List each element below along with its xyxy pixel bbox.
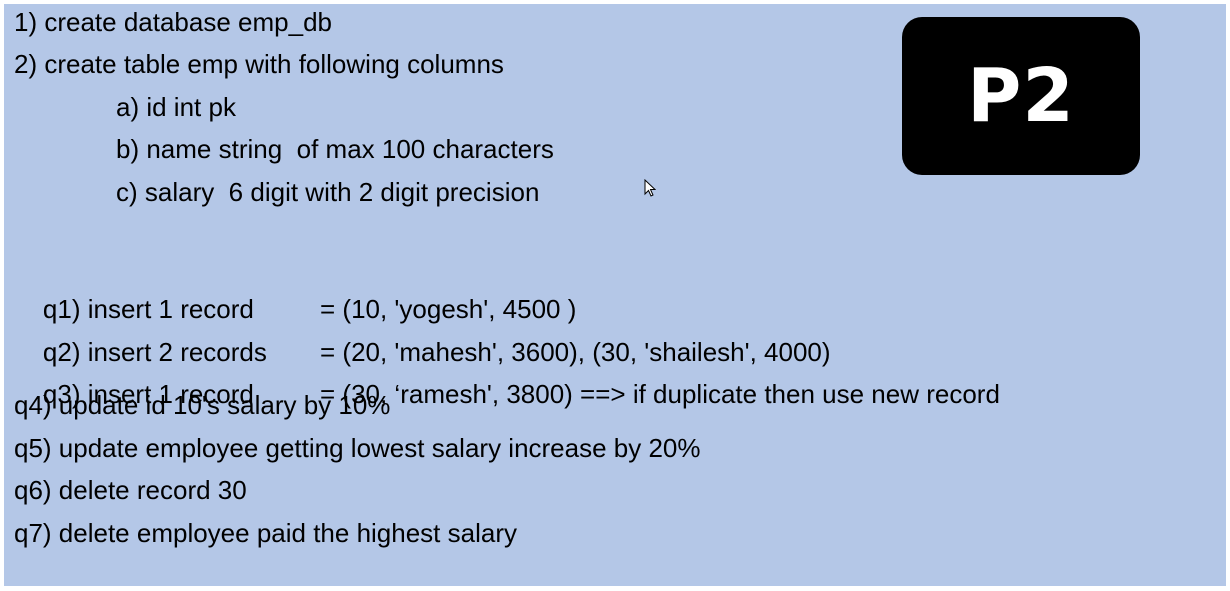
step-create-database: 1) create database emp_db — [14, 7, 332, 37]
query-q6: q6) delete record 30 — [14, 475, 247, 505]
query-q2-value: = (20, 'mahesh', 3600), (30, 'shailesh',… — [320, 337, 831, 367]
column-name: b) name string of max 100 characters — [116, 134, 554, 164]
mouse-pointer-icon — [644, 179, 656, 197]
column-id: a) id int pk — [116, 92, 236, 122]
problem-badge: P2 — [902, 17, 1140, 175]
slide: 1) create database emp_db 2) create tabl… — [4, 4, 1226, 586]
query-q3-value: = (30, ‘ramesh', 3800) ==> if duplicate … — [320, 379, 1000, 409]
problem-badge-label: P2 — [967, 53, 1075, 139]
query-q7: q7) delete employee paid the highest sal… — [14, 518, 517, 548]
column-salary: c) salary 6 digit with 2 digit precision — [116, 177, 540, 207]
query-q1-value: = (10, 'yogesh', 4500 ) — [320, 294, 577, 324]
step-create-table: 2) create table emp with following colum… — [14, 49, 504, 79]
query-q5: q5) update employee getting lowest salar… — [14, 433, 701, 463]
query-q4: q4) update id 10's salary by 10% — [14, 390, 391, 420]
